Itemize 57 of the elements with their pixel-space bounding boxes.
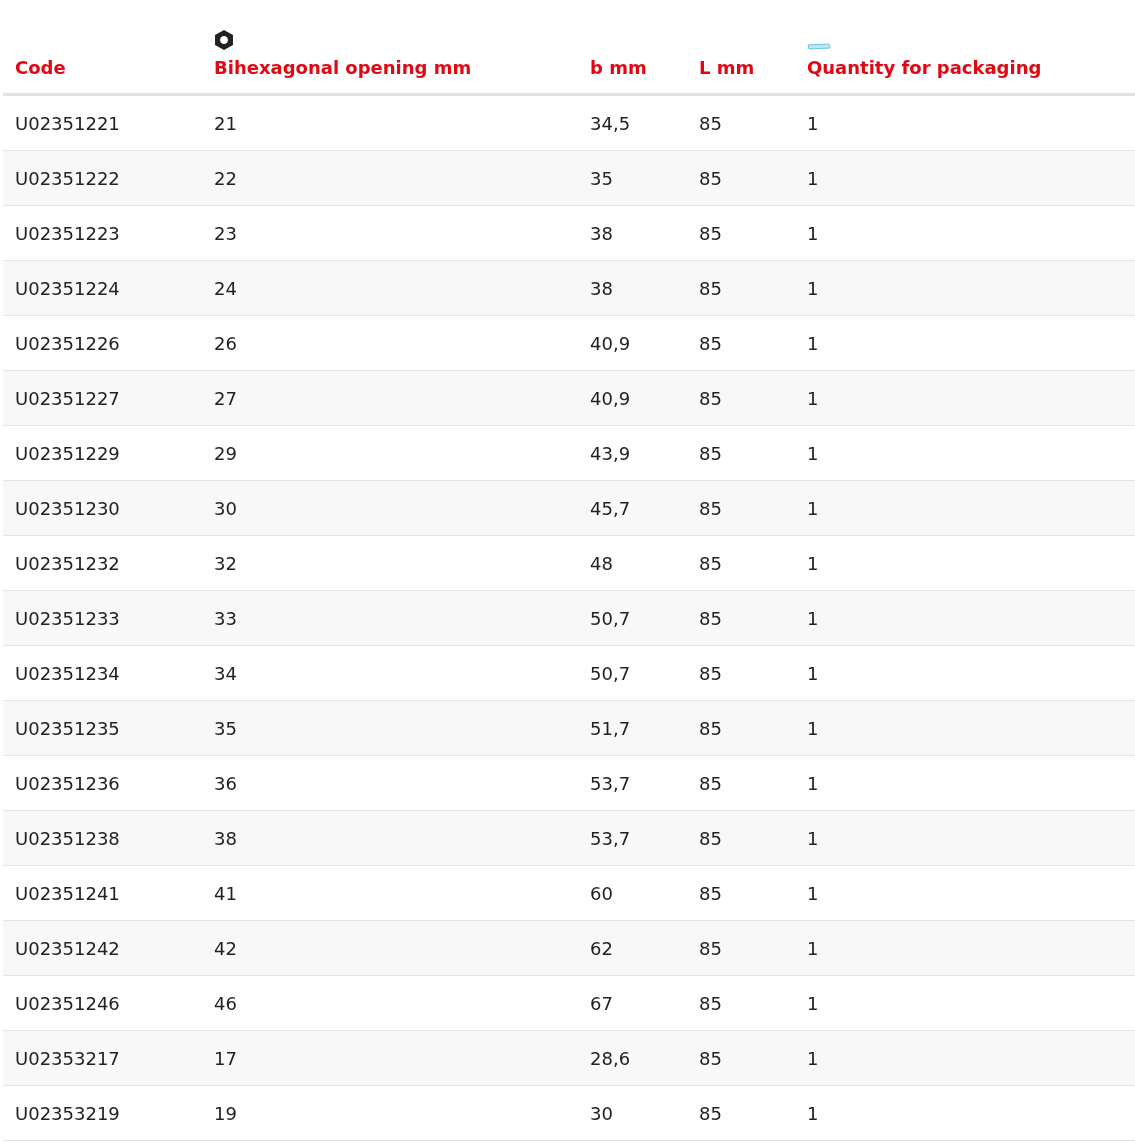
column-header: Bihexagonal opening mm xyxy=(214,57,472,78)
table-cell: 53,7 xyxy=(578,811,687,866)
table-cell: U02351224 xyxy=(3,261,202,316)
table-cell: U02351235 xyxy=(3,701,202,756)
table-cell: 22 xyxy=(202,151,578,206)
column-header: Quantity for packaging xyxy=(807,57,1042,78)
table-cell: 85 xyxy=(687,151,795,206)
table-cell: 85 xyxy=(687,481,795,536)
table-cell: 62 xyxy=(578,921,687,976)
table-cell: U02351222 xyxy=(3,151,202,206)
table-cell: U02351242 xyxy=(3,921,202,976)
table-cell: 33 xyxy=(202,591,578,646)
table-cell: 30 xyxy=(578,1086,687,1141)
table-cell: 85 xyxy=(687,591,795,646)
column-header: L mm xyxy=(699,57,755,78)
table-cell: 38 xyxy=(202,811,578,866)
table-cell: 1 xyxy=(795,261,1135,316)
box-icon xyxy=(807,43,831,51)
table-cell: 85 xyxy=(687,701,795,756)
table-cell: 40,9 xyxy=(578,371,687,426)
table-cell: 85 xyxy=(687,811,795,866)
table-cell: 24 xyxy=(202,261,578,316)
table-cell: U02351227 xyxy=(3,371,202,426)
table-cell: 1 xyxy=(795,1031,1135,1086)
table-cell: 30 xyxy=(202,481,578,536)
table-cell: 1 xyxy=(795,481,1135,536)
table-cell: 85 xyxy=(687,1086,795,1141)
table-cell: 1 xyxy=(795,921,1135,976)
table-cell: 19 xyxy=(202,1086,578,1141)
table-cell: U02353219 xyxy=(3,1086,202,1141)
column-header: Code xyxy=(15,57,66,78)
table-cell: 38 xyxy=(578,261,687,316)
table-cell: 35 xyxy=(578,151,687,206)
table-cell: U02353217 xyxy=(3,1031,202,1086)
table-cell: 1 xyxy=(795,371,1135,426)
table-cell: 1 xyxy=(795,701,1135,756)
table-cell: U02351233 xyxy=(3,591,202,646)
hex-nut-icon xyxy=(214,29,234,51)
table-cell: 35 xyxy=(202,701,578,756)
table-cell: 42 xyxy=(202,921,578,976)
table-cell: 28,6 xyxy=(578,1031,687,1086)
table-cell: 85 xyxy=(687,371,795,426)
table-cell: 50,7 xyxy=(578,591,687,646)
table-cell: 27 xyxy=(202,371,578,426)
table-cell: U02351230 xyxy=(3,481,202,536)
table-cell: 17 xyxy=(202,1031,578,1086)
table-cell: 1 xyxy=(795,151,1135,206)
table-cell: U02351238 xyxy=(3,811,202,866)
table-cell: 1 xyxy=(795,1086,1135,1141)
column-header: b mm xyxy=(590,57,647,78)
table-cell: 1 xyxy=(795,591,1135,646)
table-cell: 85 xyxy=(687,921,795,976)
table-cell: 51,7 xyxy=(578,701,687,756)
table-cell: 85 xyxy=(687,1031,795,1086)
table-cell: 45,7 xyxy=(578,481,687,536)
table-cell: 1 xyxy=(795,811,1135,866)
table-cell: 85 xyxy=(687,261,795,316)
